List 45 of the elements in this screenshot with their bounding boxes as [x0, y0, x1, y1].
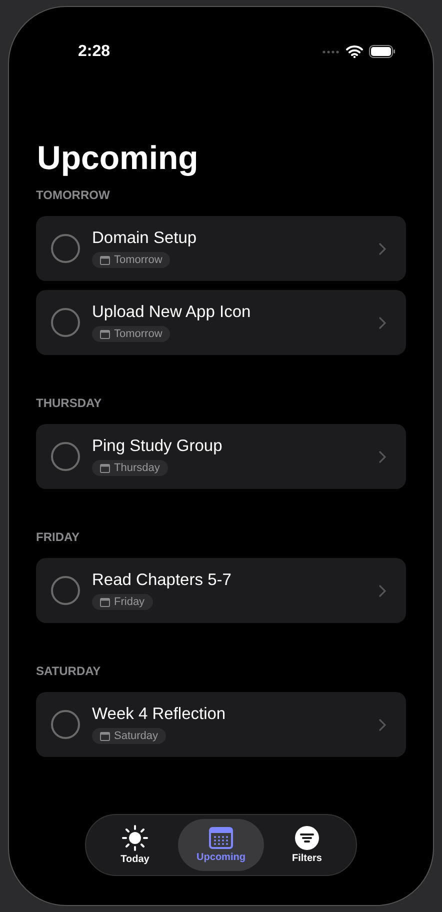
- chevron-icon: [379, 242, 386, 254]
- task-card[interactable]: Read Chapters 5-7 Friday: [36, 558, 406, 623]
- chevron-icon: [379, 584, 386, 596]
- tab-item[interactable]: Filters: [264, 819, 350, 871]
- task-checkbox[interactable]: [51, 442, 80, 471]
- sun-icon: [122, 825, 148, 851]
- section-header: FRIDAY: [36, 530, 81, 544]
- due-date-text: Thursday: [114, 462, 160, 474]
- chevron-icon: [379, 718, 386, 730]
- calendar-icon: [100, 598, 110, 606]
- calendar-icon: [100, 464, 110, 472]
- signal-icon: [322, 50, 340, 54]
- task-checkbox[interactable]: [51, 308, 80, 337]
- calendar-icon: [100, 330, 110, 338]
- filter-icon: [295, 826, 319, 850]
- tab-item[interactable]: Upcoming: [178, 819, 264, 871]
- tab-item[interactable]: Today: [92, 819, 178, 871]
- task-title: Ping Study Group: [92, 437, 222, 456]
- section-header: THURSDAY: [36, 396, 103, 410]
- section-header: SATURDAY: [36, 664, 102, 678]
- task-title: Week 4 Reflection: [92, 705, 226, 724]
- page-title: Upcoming: [37, 138, 200, 178]
- task-title: Read Chapters 5-7: [92, 571, 232, 590]
- calendar-icon: [100, 256, 110, 264]
- section-header: TOMORROW: [36, 188, 111, 202]
- due-date-text: Friday: [114, 596, 145, 608]
- task-checkbox[interactable]: [51, 710, 80, 739]
- task-checkbox[interactable]: [51, 234, 80, 263]
- chevron-icon: [379, 450, 386, 462]
- status-time: 2:28: [78, 42, 110, 60]
- wifi-icon: [346, 45, 363, 58]
- due-date-text: Tomorrow: [114, 254, 162, 266]
- task-title: Domain Setup: [92, 229, 197, 248]
- due-date-text: Saturday: [114, 730, 158, 742]
- task-checkbox[interactable]: [51, 576, 80, 605]
- due-date-text: Tomorrow: [114, 328, 162, 340]
- battery-icon: [369, 45, 396, 58]
- task-card[interactable]: Ping Study Group Thursday: [36, 424, 406, 489]
- task-title: Upload New App Icon: [92, 303, 251, 322]
- calendar-icon: [209, 827, 233, 849]
- task-card[interactable]: Upload New App Icon Tomorrow: [36, 290, 406, 355]
- calendar-icon: [100, 732, 110, 740]
- task-card[interactable]: Week 4 Reflection Saturday: [36, 692, 406, 757]
- task-card[interactable]: Domain Setup Tomorrow: [36, 216, 406, 281]
- chevron-icon: [379, 316, 386, 328]
